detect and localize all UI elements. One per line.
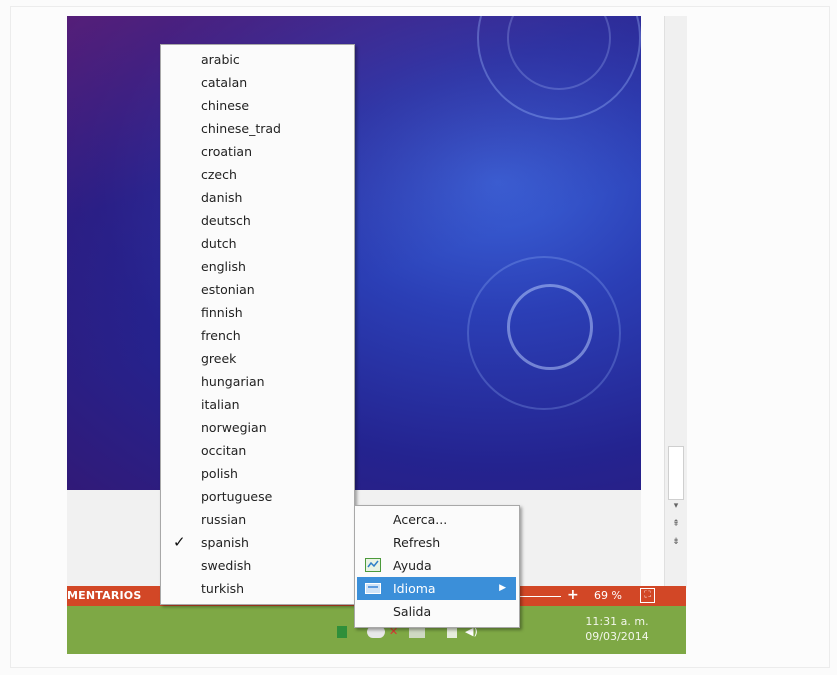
language-item-italian[interactable]: italian — [161, 393, 354, 416]
language-icon — [365, 583, 381, 594]
zoom-in-button[interactable]: + — [567, 587, 579, 603]
language-item-english[interactable]: english — [161, 255, 354, 278]
checkmark-icon: ✓ — [173, 533, 186, 551]
language-label: occitan — [201, 443, 247, 458]
language-item-danish[interactable]: danish — [161, 186, 354, 209]
help-icon — [365, 558, 381, 572]
language-item-greek[interactable]: greek — [161, 347, 354, 370]
menu-item-label: Salida — [393, 604, 432, 619]
menu-item-idioma[interactable]: Idioma ▶ — [357, 577, 516, 600]
language-item-spanish[interactable]: ✓ spanish — [161, 531, 354, 554]
language-label: norwegian — [201, 420, 267, 435]
language-label: hungarian — [201, 374, 265, 389]
language-item-arabic[interactable]: arabic — [161, 48, 354, 71]
language-label: catalan — [201, 75, 248, 90]
menu-item-label: Ayuda — [393, 558, 432, 573]
menu-item-ayuda[interactable]: Ayuda — [357, 554, 516, 577]
clock-time: 11:31 a. m. — [585, 615, 649, 628]
language-menu: arabic catalan chinese chinese_trad croa… — [160, 44, 355, 605]
app-tray-icon[interactable] — [337, 626, 347, 638]
language-label: chinese_trad — [201, 121, 281, 136]
language-item-french[interactable]: french — [161, 324, 354, 347]
language-label: russian — [201, 512, 247, 527]
submenu-arrow-icon: ▶ — [499, 583, 506, 593]
language-label: deutsch — [201, 213, 251, 228]
tray-context-menu: Acerca... Refresh Ayuda Idioma ▶ Salida — [354, 505, 520, 628]
language-item-deutsch[interactable]: deutsch — [161, 209, 354, 232]
menu-item-label: Acerca... — [393, 512, 448, 527]
language-label: italian — [201, 397, 240, 412]
language-label: finnish — [201, 305, 243, 320]
language-label: estonian — [201, 282, 255, 297]
scrollbar-thumb[interactable] — [668, 446, 684, 500]
language-label: portuguese — [201, 489, 273, 504]
next-slide-icon[interactable]: ⇟ — [669, 536, 683, 548]
menu-item-label: Idioma — [393, 581, 436, 596]
language-item-finnish[interactable]: finnish — [161, 301, 354, 324]
menu-item-label: Refresh — [393, 535, 441, 550]
language-item-dutch[interactable]: dutch — [161, 232, 354, 255]
menu-item-acerca[interactable]: Acerca... — [357, 508, 516, 531]
language-item-czech[interactable]: czech — [161, 163, 354, 186]
language-label: polish — [201, 466, 238, 481]
previous-slide-icon[interactable]: ⇞ — [669, 518, 683, 530]
comments-button[interactable]: MENTARIOS — [67, 589, 141, 602]
language-item-portuguese[interactable]: portuguese — [161, 485, 354, 508]
language-label: dutch — [201, 236, 237, 251]
language-item-turkish[interactable]: turkish — [161, 577, 354, 600]
language-item-occitan[interactable]: occitan — [161, 439, 354, 462]
zoom-level[interactable]: 69 % — [594, 589, 622, 602]
vertical-scrollbar[interactable]: ▾ ⇞ ⇟ — [664, 16, 687, 588]
zoom-slider[interactable] — [515, 596, 561, 597]
language-item-polish[interactable]: polish — [161, 462, 354, 485]
language-item-norwegian[interactable]: norwegian — [161, 416, 354, 439]
language-item-estonian[interactable]: estonian — [161, 278, 354, 301]
language-label: czech — [201, 167, 237, 182]
language-item-chinese[interactable]: chinese — [161, 94, 354, 117]
language-item-croatian[interactable]: croatian — [161, 140, 354, 163]
language-label: english — [201, 259, 246, 274]
fit-to-window-icon[interactable]: ⛶ — [640, 588, 655, 603]
language-label: french — [201, 328, 241, 343]
clock[interactable]: 11:31 a. m. 09/03/2014 — [567, 614, 667, 644]
language-label: croatian — [201, 144, 253, 159]
language-label: chinese — [201, 98, 250, 113]
language-item-chinese-trad[interactable]: chinese_trad — [161, 117, 354, 140]
language-label: spanish — [201, 535, 249, 550]
language-label: greek — [201, 351, 237, 366]
menu-item-refresh[interactable]: Refresh — [357, 531, 516, 554]
menu-item-salida[interactable]: Salida — [357, 600, 516, 623]
scroll-down-arrow-icon[interactable]: ▾ — [669, 500, 683, 512]
language-item-catalan[interactable]: catalan — [161, 71, 354, 94]
language-label: danish — [201, 190, 243, 205]
language-item-russian[interactable]: russian — [161, 508, 354, 531]
language-item-hungarian[interactable]: hungarian — [161, 370, 354, 393]
clock-date: 09/03/2014 — [585, 630, 649, 643]
language-label: arabic — [201, 52, 240, 67]
language-label: turkish — [201, 581, 245, 596]
language-label: swedish — [201, 558, 252, 573]
language-item-swedish[interactable]: swedish — [161, 554, 354, 577]
